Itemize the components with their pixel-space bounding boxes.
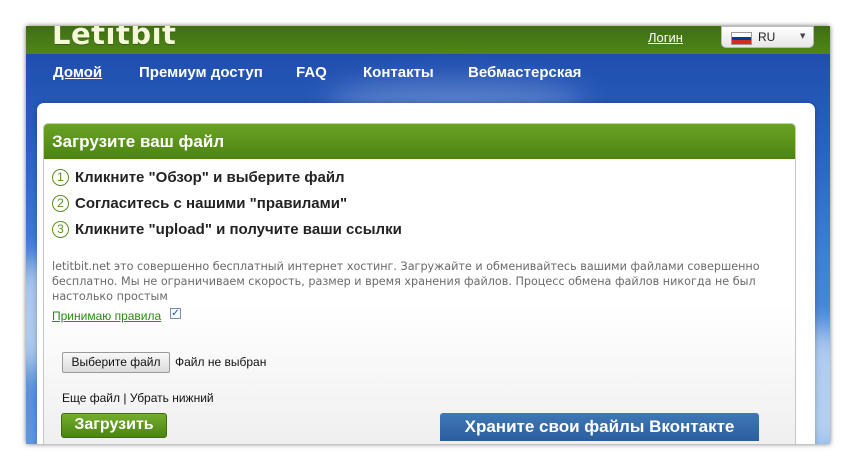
step-number: 3: [52, 221, 69, 238]
step-3: 3 Кликните "upload" и получите ваши ссылк…: [52, 221, 402, 238]
nav-item-webmaster[interactable]: Вебмастерская: [468, 64, 581, 81]
upload-button[interactable]: Загрузить: [61, 413, 167, 438]
choose-file-button[interactable]: Выберите файл: [62, 352, 170, 373]
step-text: Кликните "upload" и получите ваши ссылки: [75, 221, 402, 238]
file-actions: Еще файл | Убрать нижний: [62, 391, 214, 405]
browser-viewport: Letitbit Логин RU ▼ Домой Премиум доступ…: [26, 26, 830, 444]
login-link[interactable]: Логин: [648, 30, 683, 45]
russia-flag-icon: [731, 32, 752, 45]
step-1: 1 Кликните "Обзор" и выберите файл: [52, 169, 345, 186]
service-description: letitbit.net это совершенно бесплатный и…: [52, 260, 760, 303]
nav-item-premium[interactable]: Премиум доступ: [139, 64, 263, 81]
more-file-link[interactable]: Еще файл: [62, 391, 120, 405]
no-file-status: Файл не выбран: [175, 355, 267, 369]
chevron-down-icon: ▼: [800, 32, 806, 40]
nav-item-faq[interactable]: FAQ: [296, 64, 327, 81]
accept-rules-link[interactable]: Принимаю правила: [52, 309, 161, 323]
site-logo[interactable]: Letitbit: [52, 26, 176, 51]
step-text: Согласитесь с нашими "правилами": [75, 195, 348, 212]
nav-item-home[interactable]: Домой: [53, 64, 102, 81]
remove-bottom-link[interactable]: Убрать нижний: [130, 391, 214, 405]
language-code: RU: [758, 30, 776, 44]
accept-rules-checkbox[interactable]: ✓: [170, 308, 181, 319]
top-bar: Letitbit Логин RU ▼: [26, 26, 830, 54]
nav-item-contacts[interactable]: Контакты: [363, 64, 434, 81]
language-selector[interactable]: RU ▼: [721, 26, 814, 48]
step-text: Кликните "Обзор" и выберите файл: [75, 169, 345, 186]
step-2: 2 Согласитесь с нашими "правилами": [52, 195, 347, 212]
upload-title: Загрузите ваш файл: [44, 124, 795, 159]
step-number: 2: [52, 195, 69, 212]
step-number: 1: [52, 169, 69, 186]
separator: |: [123, 391, 127, 405]
upload-box: Загрузите ваш файл 1 Кликните "Обзор" и в…: [43, 123, 796, 444]
vkontakte-button[interactable]: Храните свои файлы Вконтакте: [440, 413, 759, 441]
main-nav: Домой Премиум доступ FAQ Контакты Вебмас…: [26, 54, 830, 92]
